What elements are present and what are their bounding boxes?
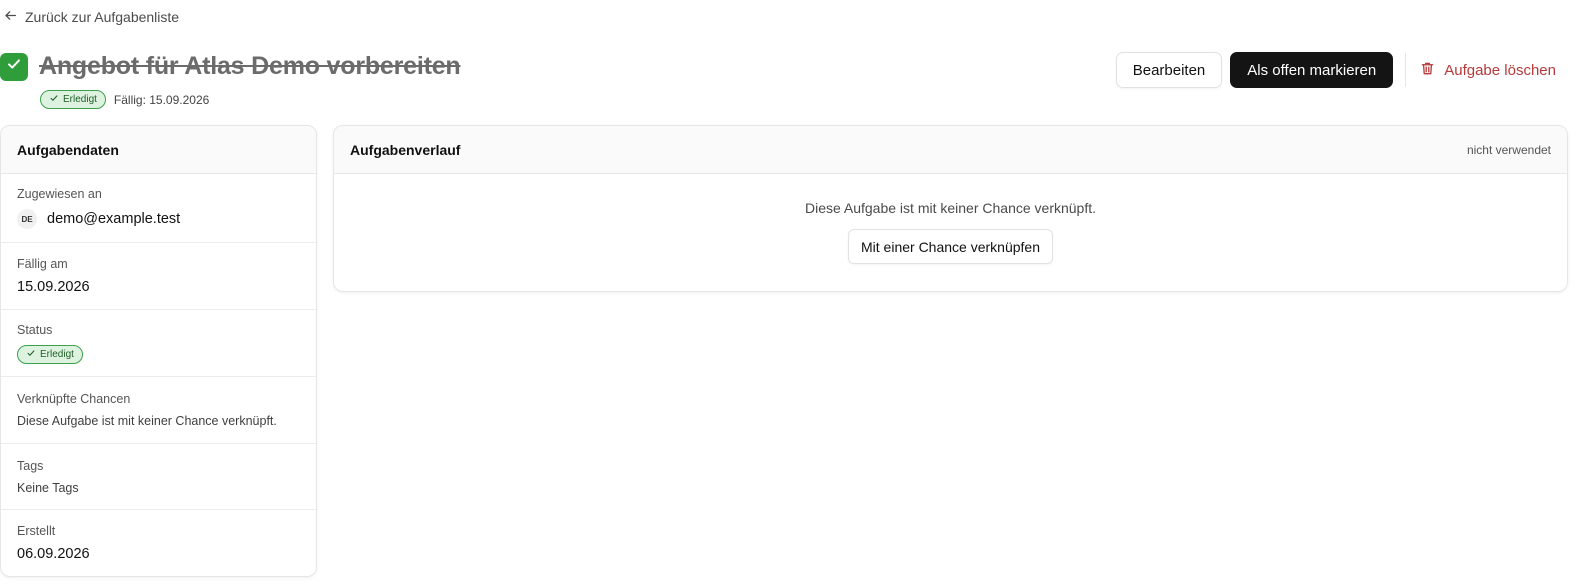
status-badge-label: Erledigt — [40, 348, 74, 360]
due-field: Fällig am 15.09.2026 — [1, 243, 316, 310]
back-to-task-list-link[interactable]: Zurück zur Aufgabenliste — [4, 9, 179, 25]
task-title-row: Angebot für Atlas Demo vorbereiten — [0, 52, 461, 81]
check-icon — [26, 348, 36, 361]
status-badge-label: Erledigt — [63, 94, 97, 105]
empty-state-text: Diese Aufgabe ist mit keiner Chance verk… — [804, 200, 1097, 216]
status-label: Status — [17, 322, 53, 337]
task-details-header: Aufgabendaten — [1, 126, 316, 174]
created-field: Erstellt 06.09.2026 — [1, 510, 316, 576]
status-field: Status Erledigt — [1, 310, 316, 377]
edit-button[interactable]: Bearbeiten — [1115, 52, 1223, 88]
task-details-card: Aufgabendaten Zugewiesen an DE demo@exam… — [0, 125, 317, 577]
task-history-card: Aufgabenverlauf nicht verwendet Diese Au… — [333, 125, 1568, 292]
due-value: 15.09.2026 — [17, 279, 90, 295]
link-opportunity-button[interactable]: Mit einer Chance verknüpfen — [848, 229, 1053, 264]
check-icon — [5, 55, 23, 78]
assigned-label: Zugewiesen an — [17, 187, 102, 201]
page-title: Angebot für Atlas Demo vorbereiten — [39, 52, 461, 80]
created-value: 06.09.2026 — [17, 546, 90, 562]
task-history-note: nicht verwendet — [1466, 142, 1551, 157]
check-icon — [49, 93, 59, 106]
assignee-email: demo@example.test — [47, 211, 181, 227]
task-history-header: Aufgabenverlauf nicht verwendet — [334, 126, 1567, 174]
task-details-title: Aufgabendaten — [17, 141, 119, 158]
linked-value: Diese Aufgabe ist mit keiner Chance verk… — [17, 414, 277, 428]
task-meta-row: Erledigt Fällig: 15.09.2026 — [40, 90, 209, 109]
tags-value: Keine Tags — [17, 480, 79, 495]
delete-task-button[interactable]: Aufgabe löschen — [1420, 61, 1556, 80]
due-date-text: Fällig: 15.09.2026 — [113, 92, 210, 107]
status-badge: Erledigt — [17, 344, 83, 364]
assignee: DE demo@example.test — [17, 209, 300, 229]
created-label: Erstellt — [17, 524, 56, 538]
arrow-left-icon — [4, 9, 17, 25]
trash-icon — [1420, 61, 1435, 80]
tags-label: Tags — [17, 458, 44, 473]
task-actions: Bearbeiten Als offen markieren Aufgabe l… — [1115, 52, 1556, 88]
task-done-checkbox[interactable] — [0, 52, 28, 81]
actions-divider — [1405, 53, 1407, 87]
avatar: DE — [17, 209, 37, 229]
linked-label: Verknüpfte Chancen — [17, 392, 131, 406]
tags-field: Tags Keine Tags — [1, 444, 316, 510]
mark-open-button[interactable]: Als offen markieren — [1230, 52, 1394, 88]
due-label: Fällig am — [17, 257, 68, 271]
task-history-title: Aufgabenverlauf — [350, 141, 461, 158]
linked-opportunities-field: Verknüpfte Chancen Diese Aufgabe ist mit… — [1, 377, 316, 444]
back-link-label: Zurück zur Aufgabenliste — [25, 9, 180, 25]
assigned-field: Zugewiesen an DE demo@example.test — [1, 174, 316, 243]
status-badge: Erledigt — [40, 90, 106, 109]
delete-task-label: Aufgabe löschen — [1444, 61, 1556, 79]
task-history-body: Diese Aufgabe ist mit keiner Chance verk… — [334, 174, 1567, 291]
